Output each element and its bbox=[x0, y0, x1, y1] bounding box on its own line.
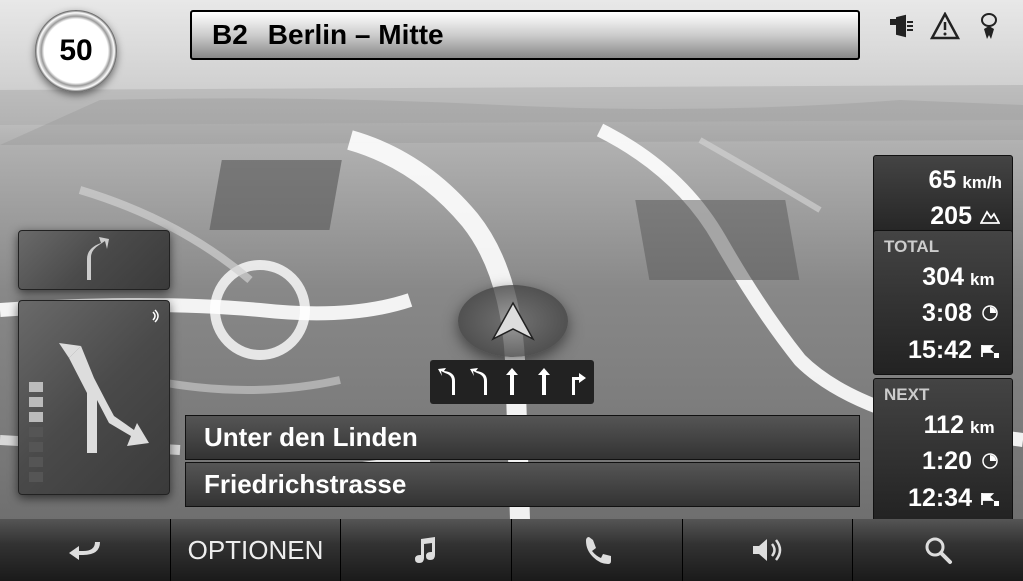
gps-icon bbox=[973, 10, 1005, 42]
road-banner: B2 Berlin – Mitte bbox=[190, 10, 860, 60]
next-street-bar: Unter den Linden bbox=[185, 415, 860, 460]
lane-left-curve-icon bbox=[466, 364, 494, 400]
volume-icon bbox=[750, 536, 786, 564]
next-distance-value: 112 bbox=[924, 407, 964, 443]
search-icon bbox=[923, 535, 953, 565]
current-street-bar: Friedrichstrasse bbox=[185, 462, 860, 507]
lane-right-icon bbox=[562, 364, 590, 400]
phone-button[interactable] bbox=[512, 519, 683, 581]
next-label: NEXT bbox=[884, 385, 1002, 405]
total-distance-value: 304 bbox=[922, 259, 964, 295]
speed-panel[interactable]: 65 km/h 205 bbox=[873, 155, 1013, 242]
mountain-icon bbox=[978, 210, 1002, 224]
status-icons bbox=[885, 10, 1005, 42]
next-panel[interactable]: NEXT 112 km 1:20 12:34 bbox=[873, 378, 1013, 523]
current-speed-value: 65 bbox=[929, 162, 957, 198]
tmc-icon bbox=[885, 10, 917, 42]
arrival-flag-icon bbox=[978, 344, 1002, 358]
speed-limit-value: 50 bbox=[59, 34, 92, 68]
total-arrival-value: 15:42 bbox=[908, 332, 972, 368]
back-button[interactable] bbox=[0, 519, 171, 581]
total-duration-value: 3:08 bbox=[922, 295, 972, 331]
lane-straight-icon bbox=[498, 364, 526, 400]
options-button[interactable]: OPTIONEN bbox=[171, 519, 342, 581]
audio-guidance-icon bbox=[143, 309, 159, 328]
clock-icon bbox=[978, 453, 1002, 469]
primary-turn-panel[interactable] bbox=[18, 300, 170, 495]
music-icon bbox=[411, 535, 441, 565]
next-street-name: Unter den Linden bbox=[204, 422, 418, 453]
current-speed-unit: km/h bbox=[962, 171, 1002, 196]
total-panel[interactable]: TOTAL 304 km 3:08 15:42 bbox=[873, 230, 1013, 375]
music-button[interactable] bbox=[341, 519, 512, 581]
phone-icon bbox=[581, 534, 613, 566]
lane-guidance bbox=[430, 360, 594, 404]
next-distance-unit: km bbox=[970, 416, 1002, 441]
options-label: OPTIONEN bbox=[188, 535, 324, 566]
lane-straight-icon bbox=[530, 364, 558, 400]
total-label: TOTAL bbox=[884, 237, 1002, 257]
road-name: Berlin – Mitte bbox=[268, 19, 444, 51]
next-turn-preview[interactable] bbox=[18, 230, 170, 290]
arrival-flag-icon bbox=[978, 492, 1002, 506]
lane-left-curve-icon bbox=[434, 364, 462, 400]
primary-turn-arrow-icon bbox=[39, 338, 149, 458]
back-icon bbox=[67, 537, 103, 563]
warning-icon bbox=[929, 10, 961, 42]
clock-icon bbox=[978, 305, 1002, 321]
road-id: B2 bbox=[212, 19, 248, 51]
turn-arrow-icon bbox=[69, 235, 119, 285]
distance-notches bbox=[29, 382, 43, 482]
toolbar: OPTIONEN bbox=[0, 519, 1023, 581]
vehicle-position bbox=[458, 285, 568, 357]
current-street-name: Friedrichstrasse bbox=[204, 469, 406, 500]
search-button[interactable] bbox=[853, 519, 1023, 581]
next-duration-value: 1:20 bbox=[922, 443, 972, 479]
next-arrival-value: 12:34 bbox=[908, 480, 972, 516]
speed-limit-sign: 50 bbox=[35, 10, 117, 92]
volume-button[interactable] bbox=[683, 519, 854, 581]
total-distance-unit: km bbox=[970, 268, 1002, 293]
